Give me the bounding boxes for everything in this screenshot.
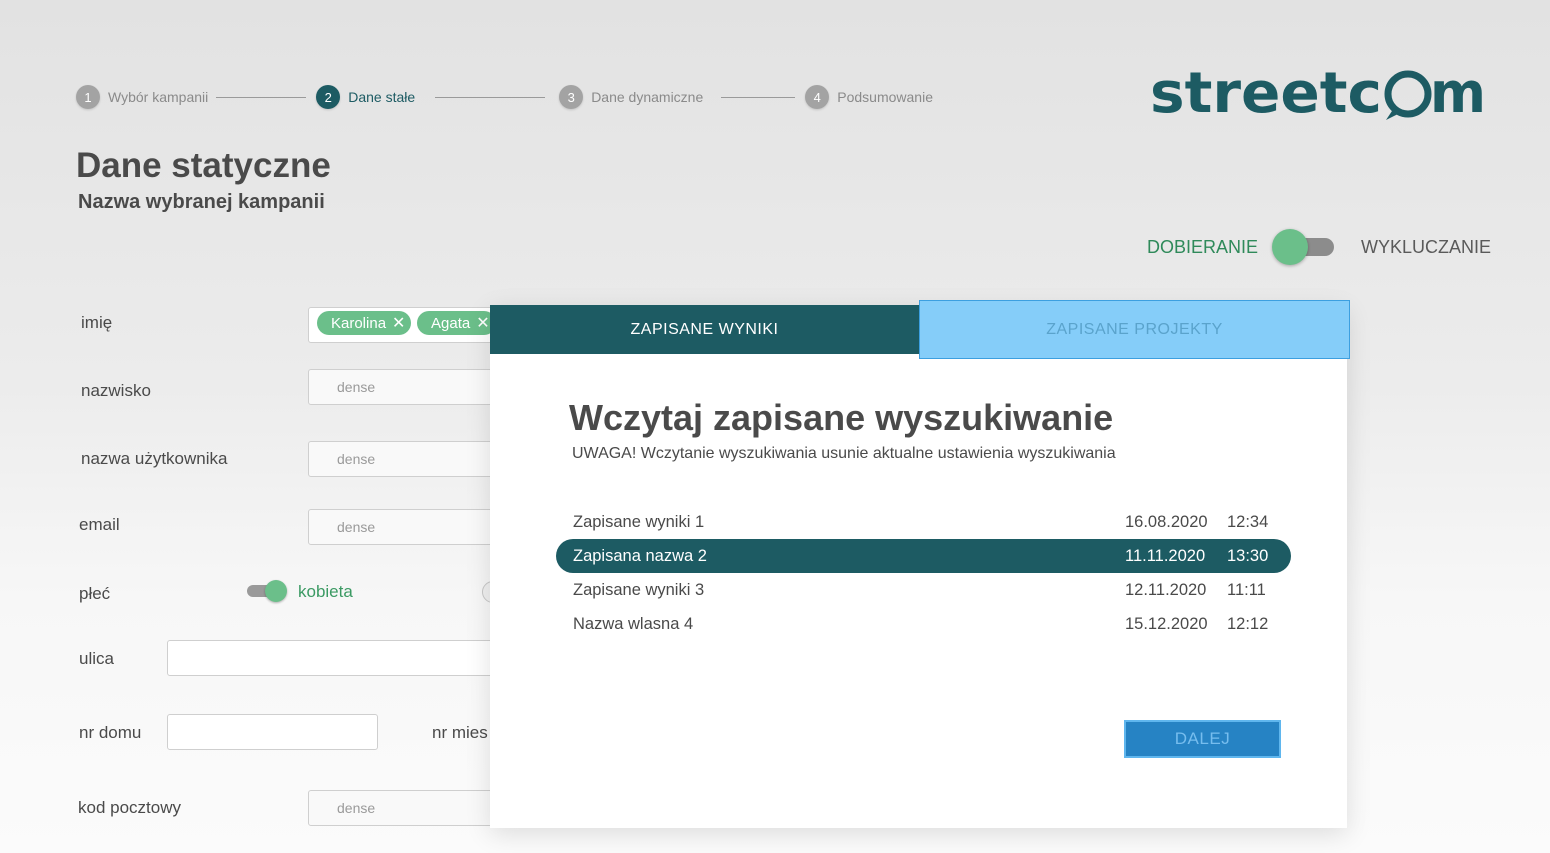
result-time: 11:11: [1227, 580, 1266, 599]
step-label: Dane dynamiczne: [591, 89, 704, 105]
mode-toggle-switch[interactable]: [1272, 229, 1336, 265]
username-input[interactable]: dense: [308, 441, 508, 477]
result-name: Zapisane wyniki 1: [573, 512, 705, 531]
next-button[interactable]: DALEJ: [1124, 720, 1281, 758]
logo-text-right: m: [1430, 62, 1486, 122]
result-time: 12:12: [1227, 614, 1269, 633]
result-date: 11.11.2020: [1125, 546, 1206, 565]
saved-results-list: Zapisane wyniki 1 16.08.2020 12:34 Zapis…: [556, 505, 1291, 641]
step-dynamic-data[interactable]: 3 Dane dynamiczne: [559, 85, 703, 109]
toggle-knob: [265, 580, 287, 602]
list-item[interactable]: Zapisane wyniki 1 16.08.2020 12:34: [556, 505, 1291, 539]
streetcom-logo: streetc m: [1150, 62, 1486, 122]
surname-input[interactable]: dense: [308, 369, 508, 405]
logo-text-left: streetc: [1150, 62, 1382, 122]
modal-title: Wczytaj zapisane wyszukiwanie: [569, 397, 1114, 438]
step-label: Wybór kampanii: [108, 89, 209, 105]
step-number: 3: [559, 85, 584, 109]
step-label: Podsumowanie: [837, 89, 933, 105]
step-label: Dane stałe: [348, 89, 416, 105]
result-time: 13:30: [1227, 546, 1269, 565]
postal-code-input[interactable]: dense: [308, 790, 508, 826]
username-label: nazwa użytkownika: [81, 449, 228, 468]
list-item-selected[interactable]: Zapisana nazwa 2 11.11.2020 13:30: [556, 539, 1291, 573]
mode-include-label[interactable]: DOBIERANIE: [1147, 237, 1258, 258]
remove-chip-icon[interactable]: ✕: [476, 313, 489, 333]
list-item[interactable]: Zapisane wyniki 3 12.11.2020 11:11: [556, 573, 1291, 607]
chip-karolina: Karolina ✕: [317, 311, 412, 335]
result-name: Zapisana nazwa 2: [573, 546, 707, 565]
step-connector: [216, 96, 307, 98]
result-time: 12:34: [1227, 512, 1269, 531]
tab-saved-results[interactable]: ZAPISANE WYNIKI: [490, 305, 919, 354]
chip-agata: Agata ✕: [417, 311, 496, 335]
step-connector: [435, 96, 546, 98]
email-input[interactable]: dense: [308, 509, 508, 545]
street-label: ulica: [79, 649, 114, 668]
postal-code-placeholder: dense: [337, 800, 376, 816]
chip-label: Agata: [431, 314, 471, 332]
step-number: 2: [316, 85, 341, 109]
username-placeholder: dense: [337, 451, 376, 467]
result-date: 12.11.2020: [1125, 580, 1207, 599]
remove-chip-icon[interactable]: ✕: [392, 313, 405, 333]
gender-label: płeć: [79, 584, 111, 603]
street-input[interactable]: [167, 640, 508, 676]
email-label: email: [79, 515, 120, 534]
surname-label: nazwisko: [81, 381, 151, 400]
list-item[interactable]: Nazwa wlasna 4 15.12.2020 12:12: [556, 607, 1291, 641]
gender-female-label[interactable]: kobieta: [298, 582, 353, 602]
name-label: imię: [81, 313, 113, 332]
result-name: Nazwa wlasna 4: [573, 614, 694, 633]
surname-placeholder: dense: [337, 379, 376, 395]
step-static-data[interactable]: 2 Dane stałe: [316, 85, 415, 109]
step-number: 4: [805, 85, 830, 109]
house-number-label: nr domu: [79, 723, 142, 742]
result-date: 15.12.2020: [1125, 614, 1208, 633]
modal-warning: UWAGA! Wczytanie wyszukiwania usunie akt…: [572, 445, 1116, 462]
chip-label: Karolina: [331, 314, 387, 332]
progress-stepper: 1 Wybór kampanii 2 Dane stałe 3 Dane dyn…: [76, 85, 933, 109]
tab-saved-projects[interactable]: ZAPISANE PROJEKTY: [919, 300, 1350, 359]
step-number: 1: [76, 85, 100, 109]
mode-exclude-label[interactable]: WYKLUCZANIE: [1361, 237, 1491, 258]
postal-code-label: kod pocztowy: [78, 798, 181, 817]
load-search-modal: ZAPISANE WYNIKI ZAPISANE PROJEKTY Wczyta…: [490, 300, 1350, 828]
step-summary[interactable]: 4 Podsumowanie: [805, 85, 933, 109]
result-name: Zapisane wyniki 3: [573, 580, 705, 599]
result-date: 16.08.2020: [1125, 512, 1208, 531]
gender-female-toggle[interactable]: [247, 580, 287, 602]
step-connector: [721, 96, 796, 98]
step-campaign-choice[interactable]: 1 Wybór kampanii: [76, 85, 208, 109]
page-title: Dane statyczne: [76, 146, 331, 185]
email-placeholder: dense: [337, 519, 376, 535]
flat-number-label: nr mies: [432, 723, 488, 742]
house-number-input[interactable]: [167, 714, 378, 750]
toggle-knob: [1272, 229, 1308, 265]
campaign-name: Nazwa wybranej kampanii: [78, 191, 325, 213]
